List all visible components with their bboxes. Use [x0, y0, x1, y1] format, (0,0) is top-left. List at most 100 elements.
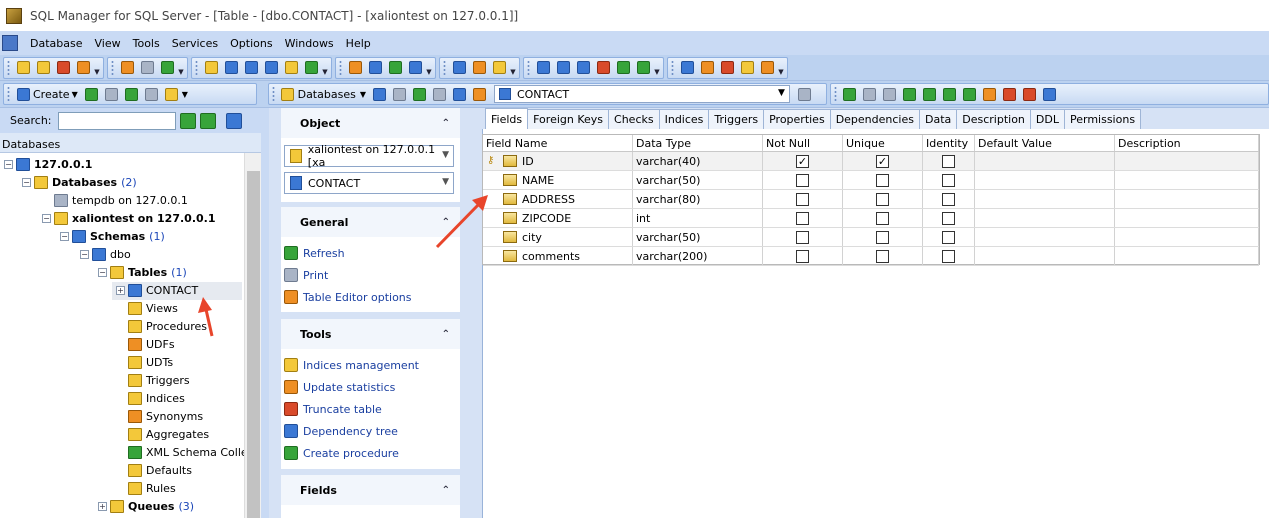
column-header[interactable]: Identity	[923, 135, 975, 151]
object-section-header[interactable]: Object ⌃	[281, 108, 460, 138]
column-header[interactable]: Not Null	[763, 135, 843, 151]
expand-icon[interactable]: +	[116, 285, 125, 295]
truncate-table-link[interactable]: Truncate table	[284, 400, 382, 418]
checkbox[interactable]	[942, 173, 955, 187]
search-input[interactable]	[57, 111, 176, 130]
checkbox[interactable]	[942, 249, 955, 263]
search-next-icon[interactable]	[199, 112, 216, 129]
menu-windows[interactable]: Windows	[279, 37, 340, 50]
table-combo[interactable]: CONTACT ▼	[284, 172, 454, 194]
data-type[interactable]: varchar(200)	[633, 247, 763, 265]
database-combo[interactable]: xaliontest on 127.0.0.1 [xa ▼	[284, 143, 454, 169]
eraser-icon[interactable]	[738, 59, 756, 77]
checkbox[interactable]	[876, 230, 889, 244]
checkbox[interactable]: ✓	[796, 154, 809, 168]
default-value[interactable]	[975, 228, 1115, 246]
tree-node[interactable]: − 127.0.0.1	[4, 155, 92, 173]
tools-icon[interactable]	[758, 59, 776, 77]
users-icon[interactable]	[470, 59, 488, 77]
search-prev-icon[interactable]	[179, 112, 196, 129]
checkbox[interactable]	[796, 249, 809, 263]
menu-grid-icon[interactable]	[2, 35, 18, 51]
move-first-icon[interactable]	[941, 85, 959, 103]
add-field-icon[interactable]	[841, 85, 859, 103]
column-header[interactable]: Unique	[843, 135, 923, 151]
splitter-right[interactable]	[472, 108, 482, 518]
collapse-icon[interactable]: −	[60, 231, 69, 241]
tab-permissions[interactable]: Permissions	[1063, 109, 1142, 129]
default-value[interactable]	[975, 152, 1115, 170]
cascade-icon[interactable]	[534, 59, 552, 77]
table-row[interactable]: NAME varchar(50)	[483, 171, 1259, 190]
tree-node[interactable]: tempdb on 127.0.0.1	[42, 191, 188, 209]
checkbox[interactable]: ✓	[876, 154, 889, 168]
tree-node[interactable]: Synonyms	[116, 407, 203, 425]
export-icon[interactable]	[346, 59, 364, 77]
tree-node[interactable]: − Databases (2)	[22, 173, 137, 191]
window-icon[interactable]	[594, 59, 612, 77]
field-description[interactable]	[1115, 152, 1259, 170]
back-icon[interactable]	[614, 59, 632, 77]
tree-node[interactable]: UDTs	[116, 353, 173, 371]
scrollbar-thumb[interactable]	[247, 171, 260, 518]
query-builder-icon[interactable]	[222, 59, 240, 77]
tree-node[interactable]: XML Schema Collecti...	[116, 443, 244, 461]
field-description[interactable]	[1115, 247, 1259, 265]
lightning-icon[interactable]	[371, 85, 389, 103]
security-icon[interactable]	[490, 59, 508, 77]
field-description[interactable]	[1115, 171, 1259, 189]
data-type[interactable]: varchar(80)	[633, 190, 763, 208]
tree-node[interactable]: + Queues (3)	[98, 497, 194, 515]
general-section-header[interactable]: General ⌃	[281, 207, 460, 237]
collapse-icon[interactable]: −	[4, 159, 13, 169]
databases-dropdown-icon[interactable]: ▼	[360, 90, 366, 99]
export-object-icon[interactable]	[981, 85, 999, 103]
pen-icon[interactable]	[1041, 85, 1059, 103]
column-header[interactable]: Data Type	[633, 135, 763, 151]
refresh-link[interactable]: Refresh	[284, 244, 345, 262]
tile-h-icon[interactable]	[554, 59, 572, 77]
print-link[interactable]: Print	[284, 266, 328, 284]
data-type[interactable]: varchar(50)	[633, 228, 763, 246]
checkbox[interactable]	[796, 230, 809, 244]
field-description[interactable]	[1115, 190, 1259, 208]
forward-icon[interactable]	[634, 59, 652, 77]
object-combo[interactable]: CONTACT ▼	[493, 85, 790, 103]
fields-section-header[interactable]: Fields ⌃	[281, 475, 460, 505]
table-row[interactable]: ⚷ ID varchar(40) ✓ ✓	[483, 152, 1259, 171]
view-mode-icon[interactable]	[163, 85, 181, 103]
tools-section-header[interactable]: Tools ⌃	[281, 319, 460, 349]
register-db-icon[interactable]	[74, 59, 92, 77]
filter-icon[interactable]	[103, 85, 121, 103]
collapse-icon[interactable]: −	[80, 249, 89, 259]
menu-tools[interactable]: Tools	[127, 37, 166, 50]
default-value[interactable]	[975, 171, 1115, 189]
report-icon[interactable]	[718, 59, 736, 77]
edit-object-icon[interactable]	[1021, 85, 1039, 103]
field-description[interactable]	[1115, 209, 1259, 227]
refresh-db-icon[interactable]	[158, 59, 176, 77]
restore-icon[interactable]	[386, 59, 404, 77]
create-procedure-link[interactable]: Create procedure	[284, 444, 399, 462]
tree-node[interactable]: Aggregates	[116, 425, 209, 443]
monitor-icon[interactable]	[678, 59, 696, 77]
checkbox[interactable]	[796, 173, 809, 187]
checkbox[interactable]	[942, 154, 955, 168]
tab-fields[interactable]: Fields	[485, 108, 529, 129]
collapse-icon[interactable]: −	[42, 213, 51, 223]
checkbox[interactable]	[796, 192, 809, 206]
tree-node[interactable]: Views	[116, 299, 178, 317]
checkbox[interactable]	[876, 173, 889, 187]
menu-options[interactable]: Options	[224, 37, 278, 50]
connect-icon[interactable]	[118, 59, 136, 77]
network-icon[interactable]	[450, 59, 468, 77]
tile-v-icon[interactable]	[574, 59, 592, 77]
table-row[interactable]: comments varchar(200)	[483, 247, 1259, 266]
tab-description[interactable]: Description	[956, 109, 1031, 129]
tab-dependencies[interactable]: Dependencies	[829, 109, 920, 129]
default-value[interactable]	[975, 247, 1115, 265]
checkbox[interactable]	[942, 192, 955, 206]
tree-node[interactable]: Indices	[116, 389, 185, 407]
new-db-icon[interactable]	[14, 59, 32, 77]
column-header[interactable]: Field Name	[483, 135, 633, 151]
